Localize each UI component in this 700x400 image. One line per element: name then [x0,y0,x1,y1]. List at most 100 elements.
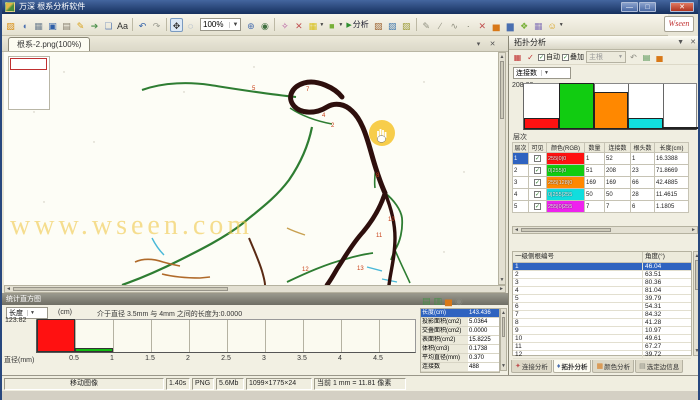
visible-checkbox[interactable]: ✓ [534,191,541,198]
chart-icon[interactable]: ▅ [445,295,452,307]
fill-color-dropdown[interactable]: ▦▼ [306,18,324,32]
angle-row[interactable]: 481.04 [513,287,691,295]
zoom-in-icon[interactable]: ⊕ [244,18,257,32]
tab-close-icon[interactable]: ✕ [487,39,498,50]
tab-拓扑分析[interactable]: ♦拓扑分析 [553,360,592,373]
layers-icon[interactable]: ▦ [532,18,545,32]
report-icon[interactable]: ▤ [641,51,652,63]
capture-icon[interactable]: ◖ [18,18,31,32]
angle-row[interactable]: 841.28 [513,319,691,327]
undo-icon[interactable]: ↶ [628,51,639,63]
magnifier-icon[interactable]: ◌ [184,18,197,32]
draw-line-icon[interactable]: ∕ [434,18,447,32]
angle-row[interactable]: 380.36 [513,279,691,287]
erase-icon[interactable]: ✕ [476,18,489,32]
layer-col-header[interactable]: 颜色(RGB) [547,143,585,153]
stats-row[interactable]: 长度(cm)143.436 [421,309,499,318]
stem-stamp-icon[interactable]: ▨ [386,18,399,32]
panel-close-icon[interactable]: ✕ [690,39,696,47]
angle-row[interactable]: 1049.61 [513,335,691,343]
copy-icon[interactable]: ❏ [102,18,115,32]
angle-row[interactable]: 1239.72 [513,351,691,359]
layer-table[interactable]: 层次可见颜色(RGB)数量连接数根头数长度(cm)1✓255|0|0152116… [512,142,689,213]
redo-icon[interactable]: ↷ [150,18,163,32]
zoom-level-combo[interactable]: 100%▼ [200,18,241,31]
draw-pencil-icon[interactable]: ✎ [420,18,433,32]
image-canvas[interactable]: www.wseen.com 5742810111213 [4,52,498,285]
canvas-vertical-scrollbar[interactable]: ▲ ▼ [498,52,506,285]
text-icon[interactable]: Aa [116,18,129,32]
layer-table-hscrollbar[interactable]: ◄ ► [512,226,698,234]
angle-row[interactable]: 1167.27 [513,343,691,351]
angle-table[interactable]: 一级侧根编号 角度(°) 146.04263.51380.36481.04539… [512,251,692,356]
stats-row[interactable]: 表面积(cm2)15.8225 [421,336,499,345]
draw-node-icon[interactable]: · [462,18,475,32]
minimize-button[interactable]: — [621,2,638,12]
stats-icon[interactable]: ▆ [504,18,517,32]
layer-row[interactable]: 4✓0|255|25550502811.4615 [513,189,689,201]
layer-col-header[interactable]: 数量 [585,143,605,153]
palette-icon[interactable]: ❖ [518,18,531,32]
visible-checkbox[interactable]: ✓ [534,167,541,174]
export-icon[interactable]: ➔ [88,18,101,32]
pan-hand-icon[interactable]: ✥ [170,18,183,32]
document-tab[interactable]: 根系-2.png(100%) [8,37,90,51]
shape-dropdown[interactable]: ■▼ [325,18,343,32]
tab-连接分析[interactable]: ✦连接分析 [511,360,552,373]
measure-icon[interactable]: ✕ [292,18,305,32]
chart-icon[interactable]: ▅ [490,18,503,32]
leaf-stamp-icon[interactable]: ▨ [400,18,413,32]
report-icon[interactable]: ▤ [422,295,431,307]
topology-metric-combo[interactable]: 连接数 ▼ [513,67,571,79]
print-icon[interactable]: ▤ [60,18,73,32]
layer-row[interactable]: 2✓0|255|0512082371.8669 [513,165,689,177]
visible-checkbox[interactable]: ✓ [534,179,541,186]
angle-row[interactable]: 146.04 [513,263,691,271]
excel-icon[interactable]: ▅ [654,51,665,63]
stats-row[interactable]: 交叠面积(cm2)0.0000 [421,327,499,336]
title-bar[interactable]: 万深 根系分析软件 — □ ✕ [2,0,698,14]
analyze-button[interactable]: ▶分析 [344,18,370,32]
angle-row[interactable]: 784.32 [513,311,691,319]
close-button[interactable]: ✕ [670,2,694,12]
help-dropdown[interactable]: ☺▼ [546,18,564,32]
layer-col-header[interactable]: 连接数 [605,143,631,153]
stats-row[interactable]: 平均直径(mm)0.370 [421,354,499,363]
stats-row[interactable]: 投影面积(cm2)5.0364 [421,318,499,327]
stats-scrollbar[interactable]: ▲ ▼ [500,308,507,371]
layer-col-header[interactable]: 可见 [529,143,547,153]
save-report-icon[interactable]: ▥ [434,295,443,307]
overview-navigator[interactable] [8,56,50,110]
angle-row[interactable]: 910.97 [513,327,691,335]
wand-icon[interactable]: ✧ [278,18,291,32]
angle-row[interactable]: 539.79 [513,295,691,303]
settings-icon[interactable]: ◉ [455,295,463,307]
angle-table-scrollbar[interactable]: ▲ ▼ [693,251,700,356]
draw-curve-icon[interactable]: ∿ [448,18,461,32]
layer-row[interactable]: 3✓255|128|01691696642.4885 [513,177,689,189]
stats-row[interactable]: 体积(cm3)0.1738 [421,345,499,354]
auto-checkbox[interactable]: ✓自动 [538,52,560,62]
edit-icon[interactable]: ✎ [74,18,87,32]
tab-list-dropdown-icon[interactable]: ▾ [473,39,484,50]
gallery-icon[interactable]: ▦ [32,18,45,32]
angle-row[interactable]: 654.31 [513,303,691,311]
layer-row[interactable]: 1✓255|0|0152116.3388 [513,153,689,165]
canvas-horizontal-scrollbar[interactable]: ◄ ► [4,285,506,293]
layer-col-header[interactable]: 长度(cm) [655,143,689,153]
root-stamp-icon[interactable]: ▨ [372,18,385,32]
save-icon[interactable]: ▣ [46,18,59,32]
eye-icon[interactable]: ◉ [258,18,271,32]
undo-icon[interactable]: ↶ [136,18,149,32]
tab-选定边信息[interactable]: ▤选定边信息 [635,360,683,373]
layer-col-header[interactable]: 层次 [513,143,529,153]
overlay-checkbox[interactable]: ✓叠加 [562,52,584,62]
pin-icon[interactable]: ▼ [677,39,684,47]
visible-checkbox[interactable]: ✓ [534,155,541,162]
stats-row[interactable]: 连接数488 [421,363,499,372]
tab-颜色分析[interactable]: ▦颜色分析 [592,360,634,373]
open-image-icon[interactable]: ▨ [4,18,17,32]
angle-row[interactable]: 263.51 [513,271,691,279]
mark-icon[interactable]: ✓ [525,51,536,63]
visible-checkbox[interactable]: ✓ [534,203,541,210]
